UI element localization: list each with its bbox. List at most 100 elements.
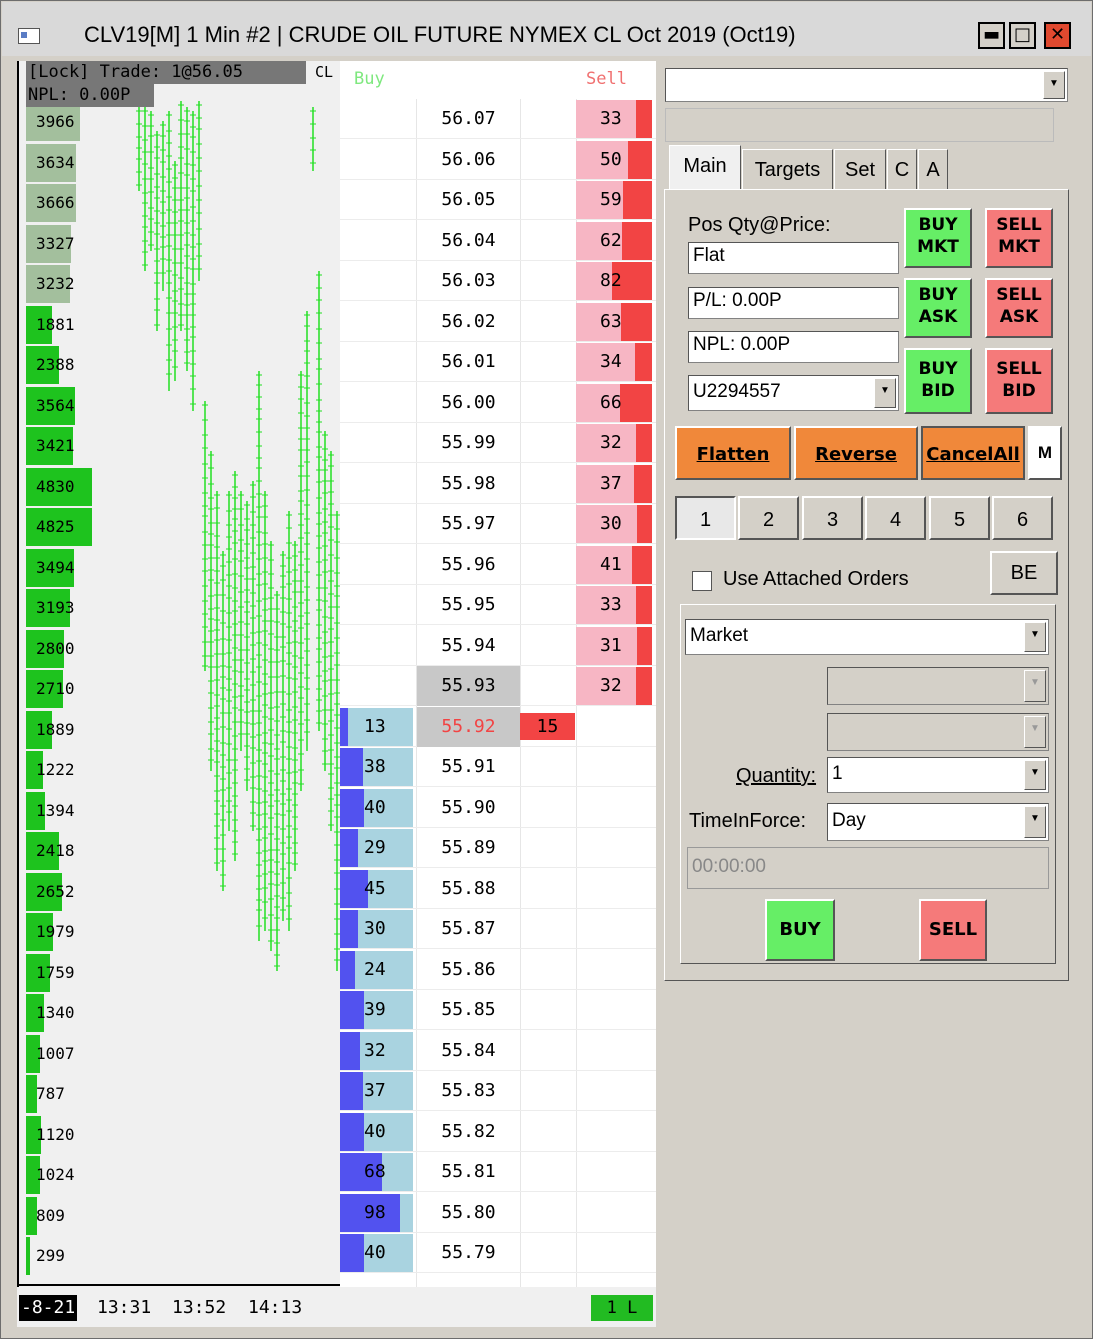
price-cell[interactable]: 55.83 xyxy=(417,1071,520,1111)
ladder-row[interactable]: 56.04 62 xyxy=(340,221,656,261)
price-cell[interactable]: 56.01 xyxy=(417,342,520,382)
price-cell[interactable]: 55.82 xyxy=(417,1112,520,1152)
buy-ask-button[interactable]: BUY ASK xyxy=(904,278,972,338)
sell-button[interactable]: SELL xyxy=(919,899,987,961)
ask-cell[interactable]: 62 xyxy=(576,221,652,261)
bid-cell[interactable]: 29 xyxy=(340,828,415,868)
price-cell[interactable]: 56.05 xyxy=(417,180,520,220)
bid-cell[interactable]: 40 xyxy=(340,1233,415,1273)
price-cell[interactable]: 55.89 xyxy=(417,828,520,868)
price-chart[interactable]: 3966 3634 3666 3327 3232 1881 2388 3564 3421 4830… xyxy=(17,61,340,1287)
ask-cell[interactable]: 32 xyxy=(576,666,652,706)
buy-bid-button[interactable]: BUY BID xyxy=(904,348,972,414)
tab-set[interactable]: Set xyxy=(834,149,886,189)
price-cell[interactable]: 55.80 xyxy=(417,1193,520,1233)
ask-cell[interactable]: 37 xyxy=(576,464,652,504)
account-select[interactable]: U2294557 ▼ xyxy=(688,375,899,411)
ladder-row[interactable]: 40 55.82 xyxy=(340,1112,656,1152)
ask-cell[interactable]: 50 xyxy=(576,140,652,180)
bid-cell[interactable]: 32 xyxy=(340,1031,415,1071)
bid-cell[interactable] xyxy=(340,261,415,301)
price-cell[interactable]: 55.90 xyxy=(417,788,520,828)
bid-cell[interactable]: 98 xyxy=(340,1193,415,1233)
price-cell[interactable]: 56.06 xyxy=(417,140,520,180)
ladder-row[interactable]: 30 55.87 xyxy=(340,909,656,949)
close-button[interactable]: ✕ xyxy=(1044,22,1071,49)
price-cell[interactable]: 56.04 xyxy=(417,221,520,261)
ladder-row[interactable]: 55.95 33 xyxy=(340,585,656,625)
ladder-row[interactable]: 56.00 66 xyxy=(340,383,656,423)
price-cell[interactable]: 55.84 xyxy=(417,1031,520,1071)
bid-cell[interactable] xyxy=(340,342,415,382)
bid-cell[interactable]: 40 xyxy=(340,1112,415,1152)
ladder-row[interactable]: 55.97 30 xyxy=(340,504,656,544)
ask-cell[interactable]: 63 xyxy=(576,302,652,342)
chevron-down-icon[interactable]: ▼ xyxy=(874,378,896,408)
title-bar[interactable]: CLV19[M] 1 Min #2 | CRUDE OIL FUTURE NYM… xyxy=(2,2,1091,56)
preset-button-5[interactable]: 5 xyxy=(929,496,990,540)
price-cell[interactable]: 55.88 xyxy=(417,869,520,909)
preset-button-3[interactable]: 3 xyxy=(802,496,863,540)
ladder-row[interactable]: 40 55.79 xyxy=(340,1233,656,1273)
chevron-down-icon[interactable]: ▼ xyxy=(1024,806,1046,838)
tab-targets[interactable]: Targets xyxy=(742,149,833,189)
ladder-row[interactable]: 13 55.92 15 xyxy=(340,706,656,747)
bid-cell[interactable] xyxy=(340,504,415,544)
ladder-row[interactable]: 55.98 37 xyxy=(340,464,656,504)
tab-a[interactable]: A xyxy=(918,149,948,189)
ask-cell[interactable]: 30 xyxy=(576,504,652,544)
preset-button-2[interactable]: 2 xyxy=(738,496,799,540)
ladder-row[interactable]: 40 55.90 xyxy=(340,788,656,828)
ladder-row[interactable]: 45 55.88 xyxy=(340,869,656,909)
price-cell[interactable]: 55.92 xyxy=(417,706,520,747)
ladder-row[interactable]: 32 55.84 xyxy=(340,1031,656,1071)
order-type-select[interactable]: Market ▼ xyxy=(685,619,1049,655)
price-cell[interactable]: 55.95 xyxy=(417,585,520,625)
ladder-row[interactable]: 55.96 41 xyxy=(340,545,656,585)
ladder-row[interactable]: 56.01 34 xyxy=(340,342,656,382)
chevron-down-icon[interactable]: ▼ xyxy=(1024,622,1046,652)
price-cell[interactable]: 55.93 xyxy=(417,666,520,706)
bid-cell[interactable] xyxy=(340,180,415,220)
price-ladder[interactable]: Buy Sell 56.07 33 56.06 50 56.05 59 56.04 62 56.… xyxy=(340,61,656,1287)
price-cell[interactable]: 55.94 xyxy=(417,626,520,666)
price-cell[interactable]: 55.99 xyxy=(417,423,520,463)
ask-cell[interactable]: 33 xyxy=(576,99,652,139)
bid-cell[interactable]: 13 xyxy=(340,707,415,747)
ladder-row[interactable]: 24 55.86 xyxy=(340,950,656,990)
reverse-button[interactable]: Reverse xyxy=(794,426,918,480)
minimize-button[interactable]: ▬ xyxy=(978,22,1005,49)
price-cell[interactable]: 56.00 xyxy=(417,383,520,423)
price-cell[interactable]: 55.79 xyxy=(417,1233,520,1273)
use-attached-checkbox[interactable] xyxy=(692,571,712,591)
ladder-row[interactable]: 98 55.80 xyxy=(340,1193,656,1233)
bid-cell[interactable] xyxy=(340,140,415,180)
maximize-button[interactable]: □ xyxy=(1009,22,1036,49)
tab-main[interactable]: Main xyxy=(669,145,741,189)
bid-cell[interactable] xyxy=(340,99,415,139)
ladder-row[interactable]: 55.99 32 xyxy=(340,423,656,463)
bid-cell[interactable] xyxy=(340,221,415,261)
bid-cell[interactable]: 30 xyxy=(340,909,415,949)
ask-cell[interactable]: 34 xyxy=(576,342,652,382)
bid-cell[interactable]: 37 xyxy=(340,1071,415,1111)
ladder-row[interactable]: 29 55.89 xyxy=(340,828,656,868)
buy-button[interactable]: BUY xyxy=(765,899,835,961)
ladder-row[interactable]: 56.06 50 xyxy=(340,140,656,180)
ladder-row[interactable]: 56.07 33 xyxy=(340,99,656,139)
ladder-row[interactable]: 38 55.91 xyxy=(340,747,656,787)
ask-cell[interactable]: 82 xyxy=(576,261,652,301)
bid-cell[interactable]: 24 xyxy=(340,950,415,990)
bid-cell[interactable] xyxy=(340,545,415,585)
price-cell[interactable]: 55.87 xyxy=(417,909,520,949)
be-button[interactable]: BE xyxy=(990,551,1058,595)
ladder-row[interactable]: 56.03 82 xyxy=(340,261,656,301)
m-button[interactable]: M xyxy=(1028,426,1062,480)
ladder-row[interactable]: 39 55.85 xyxy=(340,990,656,1030)
preset-button-1[interactable]: 1 xyxy=(675,496,736,540)
sell-ask-button[interactable]: SELL ASK xyxy=(985,278,1053,338)
tab-c[interactable]: C xyxy=(887,149,917,189)
ladder-row[interactable]: 55.93 32 xyxy=(340,666,656,706)
price-cell[interactable]: 55.86 xyxy=(417,950,520,990)
bid-cell[interactable]: 38 xyxy=(340,747,415,787)
